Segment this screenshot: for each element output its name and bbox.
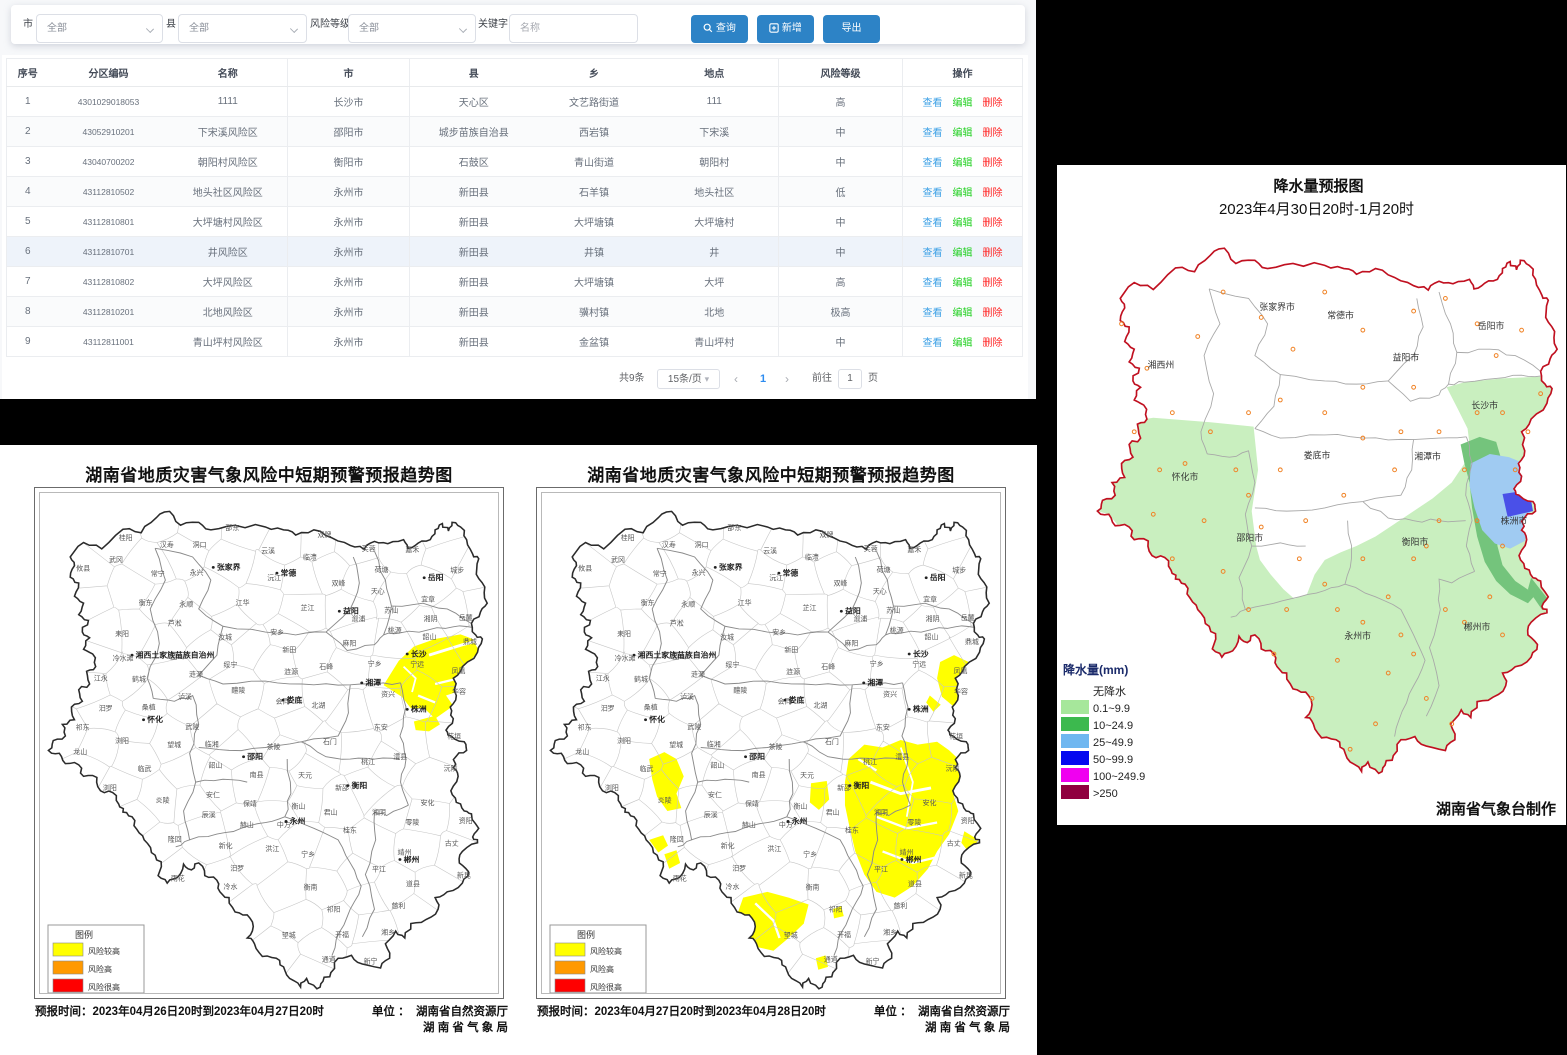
svg-text:50~99.9: 50~99.9 [1093,754,1133,766]
svg-text:张家界市: 张家界市 [1259,301,1295,312]
svg-text:永州市: 永州市 [1344,630,1371,641]
svg-text:衡阳市: 衡阳市 [1402,536,1429,547]
svg-text:娄底市: 娄底市 [1304,449,1331,460]
svg-text:长沙市: 长沙市 [1471,399,1498,410]
svg-text:郴州市: 郴州市 [1464,621,1491,632]
svg-text:益阳市: 益阳市 [1393,352,1420,363]
svg-text:>250: >250 [1093,788,1118,800]
svg-text:降水量(mm): 降水量(mm) [1063,662,1128,677]
svg-text:10~24.9: 10~24.9 [1093,720,1133,732]
svg-text:常德市: 常德市 [1327,310,1354,321]
svg-text:怀化市: 怀化市 [1172,471,1199,482]
svg-text:湘潭市: 湘潭市 [1414,451,1441,462]
svg-text:株洲市: 株洲市 [1501,515,1528,526]
svg-text:邵阳市: 邵阳市 [1236,532,1263,543]
svg-text:0.1~9.9: 0.1~9.9 [1093,703,1130,715]
svg-text:无降水: 无降水 [1093,684,1126,698]
svg-text:100~249.9: 100~249.9 [1093,771,1145,783]
svg-text:湘西州: 湘西州 [1148,359,1175,370]
svg-text:岳阳市: 岳阳市 [1478,320,1505,331]
svg-text:25~49.9: 25~49.9 [1093,737,1133,749]
